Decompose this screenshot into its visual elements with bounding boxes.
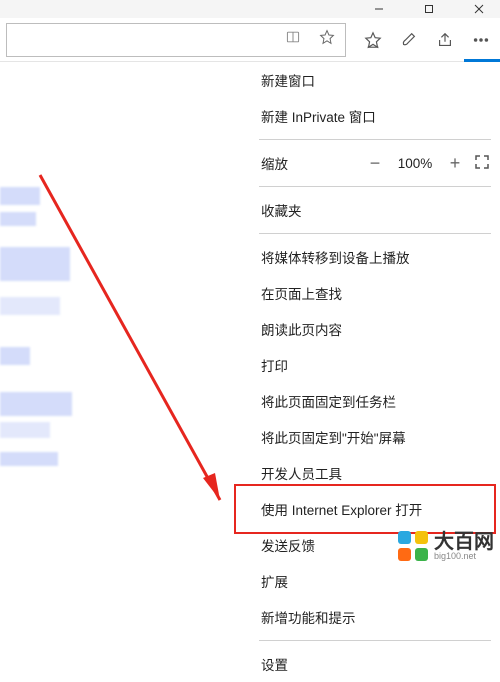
watermark-subtitle: big100.net — [434, 552, 494, 561]
zoom-label: 缩放 — [261, 153, 355, 173]
watermark-title: 大百网 — [434, 532, 494, 552]
notes-icon[interactable] — [396, 25, 422, 55]
menu-item-label: 新建 InPrivate 窗口 — [261, 106, 376, 126]
menu-item-label: 将此页固定到"开始"屏幕 — [261, 427, 406, 447]
menu-separator — [259, 139, 491, 140]
menu-cast[interactable]: 将媒体转移到设备上播放 — [257, 239, 493, 275]
minimize-button[interactable] — [368, 4, 390, 14]
menu-print[interactable]: 打印 — [257, 347, 493, 383]
zoom-value: 100% — [395, 156, 435, 171]
menu-read-aloud[interactable]: 朗读此页内容 — [257, 311, 493, 347]
menu-zoom-row: 缩放 − 100% + — [257, 145, 493, 181]
favorite-star-icon[interactable] — [319, 29, 335, 50]
menu-settings[interactable]: 设置 — [257, 646, 493, 682]
menu-item-label: 将媒体转移到设备上播放 — [261, 247, 410, 267]
menu-pin-start[interactable]: 将此页固定到"开始"屏幕 — [257, 419, 493, 455]
menu-extensions[interactable]: 扩展 — [257, 563, 493, 599]
watermark-logo-icon — [398, 531, 428, 561]
reading-view-icon[interactable] — [285, 29, 301, 50]
menu-item-label: 开发人员工具 — [261, 463, 342, 483]
zoom-out-button[interactable]: − — [365, 156, 385, 170]
menu-new-window[interactable]: 新建窗口 — [257, 62, 493, 98]
menu-open-ie[interactable]: 使用 Internet Explorer 打开 — [257, 491, 493, 527]
menu-whats-new[interactable]: 新增功能和提示 — [257, 599, 493, 635]
window-titlebar — [0, 0, 500, 18]
settings-menu: 新建窗口 新建 InPrivate 窗口 缩放 − 100% + 收藏夹 将媒体… — [257, 62, 493, 682]
fullscreen-icon[interactable] — [475, 155, 489, 172]
menu-item-label: 新增功能和提示 — [261, 607, 356, 627]
menu-item-label: 在页面上查找 — [261, 283, 342, 303]
menu-item-label: 使用 Internet Explorer 打开 — [261, 499, 422, 519]
favorites-hub-icon[interactable] — [360, 25, 386, 55]
menu-item-label: 扩展 — [261, 571, 288, 591]
menu-item-label: 朗读此页内容 — [261, 319, 342, 339]
menu-favorites[interactable]: 收藏夹 — [257, 192, 493, 228]
browser-toolbar — [0, 18, 500, 62]
page-content-blurred — [0, 62, 85, 492]
menu-separator — [259, 640, 491, 641]
menu-item-label: 设置 — [261, 654, 288, 674]
address-bar[interactable] — [6, 23, 346, 57]
menu-devtools[interactable]: 开发人员工具 — [257, 455, 493, 491]
menu-find[interactable]: 在页面上查找 — [257, 275, 493, 311]
maximize-button[interactable] — [418, 4, 440, 14]
menu-new-inprivate[interactable]: 新建 InPrivate 窗口 — [257, 98, 493, 134]
menu-pin-taskbar[interactable]: 将此页面固定到任务栏 — [257, 383, 493, 419]
share-icon[interactable] — [432, 25, 458, 55]
menu-item-label: 打印 — [261, 355, 288, 375]
menu-item-label: 发送反馈 — [261, 535, 315, 555]
menu-item-label: 将此页面固定到任务栏 — [261, 391, 396, 411]
menu-item-label: 新建窗口 — [261, 70, 315, 90]
more-menu-icon[interactable] — [468, 25, 494, 55]
menu-separator — [259, 186, 491, 187]
zoom-in-button[interactable]: + — [445, 156, 465, 170]
menu-item-label: 收藏夹 — [261, 200, 302, 220]
close-button[interactable] — [468, 4, 490, 14]
watermark: 大百网 big100.net — [398, 531, 494, 561]
menu-separator — [259, 233, 491, 234]
